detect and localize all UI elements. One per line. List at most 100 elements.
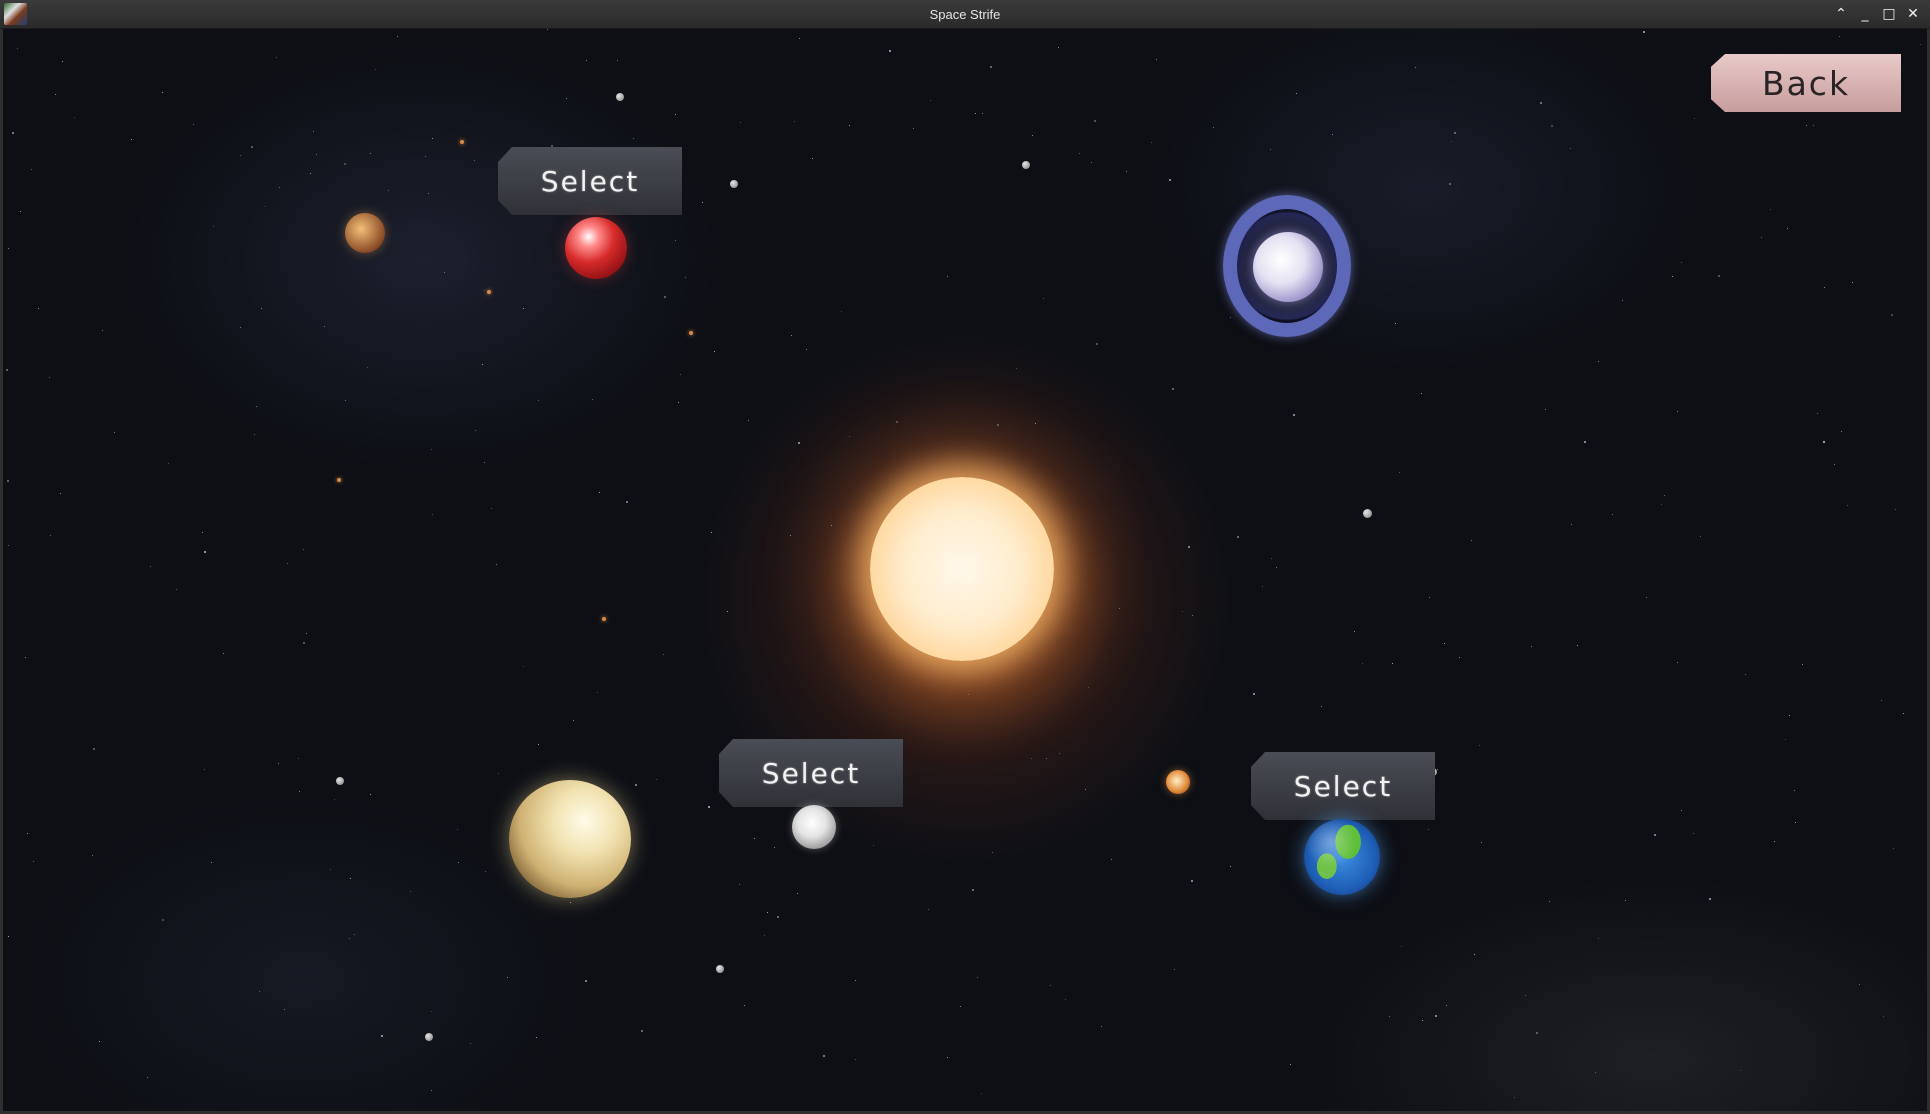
star <box>484 290 485 291</box>
window-up-icon[interactable]: ⌃ <box>1832 4 1850 24</box>
star <box>1823 441 1825 443</box>
star <box>841 311 842 312</box>
star <box>538 400 539 401</box>
star <box>306 633 307 634</box>
star <box>49 377 50 378</box>
ringed-planet-icon[interactable] <box>1253 232 1323 302</box>
star <box>812 158 813 159</box>
star <box>62 61 63 62</box>
star <box>947 1057 948 1058</box>
star <box>20 211 21 212</box>
star <box>1454 132 1456 134</box>
star <box>284 1009 285 1010</box>
star <box>1700 536 1701 537</box>
red-planet-icon[interactable] <box>565 217 627 279</box>
star <box>1362 663 1363 664</box>
star <box>1449 183 1451 185</box>
star <box>928 909 929 910</box>
star <box>1549 901 1550 902</box>
star <box>1415 67 1416 68</box>
yellow-planet-icon[interactable] <box>509 780 631 898</box>
star <box>475 430 476 431</box>
star <box>1290 1064 1291 1065</box>
star <box>1079 153 1080 154</box>
planet-selection-scene: Select Select Select Back <box>3 29 1927 1111</box>
star <box>354 934 355 935</box>
star <box>176 589 177 590</box>
star <box>791 335 792 336</box>
star <box>708 806 710 808</box>
star <box>1577 645 1578 646</box>
star <box>1435 1015 1437 1017</box>
star <box>324 326 325 327</box>
small-brown-planet-icon[interactable] <box>345 213 385 253</box>
star <box>1230 317 1231 318</box>
star <box>1841 431 1842 432</box>
star <box>147 1077 148 1078</box>
star <box>678 402 679 403</box>
star <box>303 549 304 550</box>
star <box>635 784 637 786</box>
star <box>1474 954 1475 955</box>
star <box>1392 663 1393 664</box>
star <box>977 977 978 978</box>
star <box>349 938 350 939</box>
window-titlebar: Space Strife ⌃ _ □ ✕ <box>0 0 1930 29</box>
moon-planet-icon[interactable] <box>792 805 836 849</box>
star <box>1429 597 1430 598</box>
star <box>664 296 666 298</box>
star <box>345 400 346 401</box>
star <box>350 878 351 879</box>
star <box>485 871 486 872</box>
star <box>1514 1097 1515 1098</box>
back-button[interactable]: Back <box>1711 54 1901 112</box>
star <box>7 480 9 482</box>
ember <box>337 478 341 482</box>
star <box>675 114 676 115</box>
star <box>1672 276 1673 277</box>
star <box>259 991 260 992</box>
small-orange-planet-icon[interactable] <box>1166 770 1190 794</box>
close-icon[interactable]: ✕ <box>1904 4 1922 24</box>
star <box>279 187 280 188</box>
star <box>204 551 206 553</box>
star <box>1770 209 1771 210</box>
star <box>193 124 194 125</box>
star <box>432 138 433 139</box>
select-button-red-planet[interactable]: Select <box>498 147 682 215</box>
star <box>1718 275 1720 277</box>
star <box>536 1037 537 1038</box>
star <box>1401 946 1402 947</box>
star <box>1531 646 1532 647</box>
star <box>204 769 205 770</box>
star <box>1151 142 1152 143</box>
star <box>1584 441 1586 443</box>
select-button-earth-planet[interactable]: Select <box>1251 752 1435 820</box>
star <box>240 327 241 328</box>
star <box>1839 36 1840 37</box>
star <box>1525 995 1526 996</box>
asteroid <box>425 1033 433 1041</box>
star <box>278 763 279 764</box>
star <box>457 829 458 830</box>
star <box>599 492 600 493</box>
star <box>774 847 775 848</box>
star <box>287 563 288 564</box>
star <box>1920 44 1921 45</box>
star <box>482 364 483 365</box>
earth-planet-icon[interactable] <box>1304 819 1380 895</box>
star <box>31 169 32 170</box>
star <box>823 1055 825 1057</box>
star <box>523 308 524 309</box>
maximize-icon[interactable]: □ <box>1880 4 1898 24</box>
select-button-moon-planet[interactable]: Select <box>719 739 903 807</box>
minimize-icon[interactable]: _ <box>1856 4 1874 24</box>
star <box>1545 409 1546 410</box>
star <box>1437 769 1438 770</box>
star <box>990 66 992 68</box>
star <box>432 514 433 515</box>
star <box>1479 745 1480 746</box>
window-title: Space Strife <box>929 7 1001 22</box>
star <box>1795 822 1796 823</box>
star <box>1191 880 1193 882</box>
